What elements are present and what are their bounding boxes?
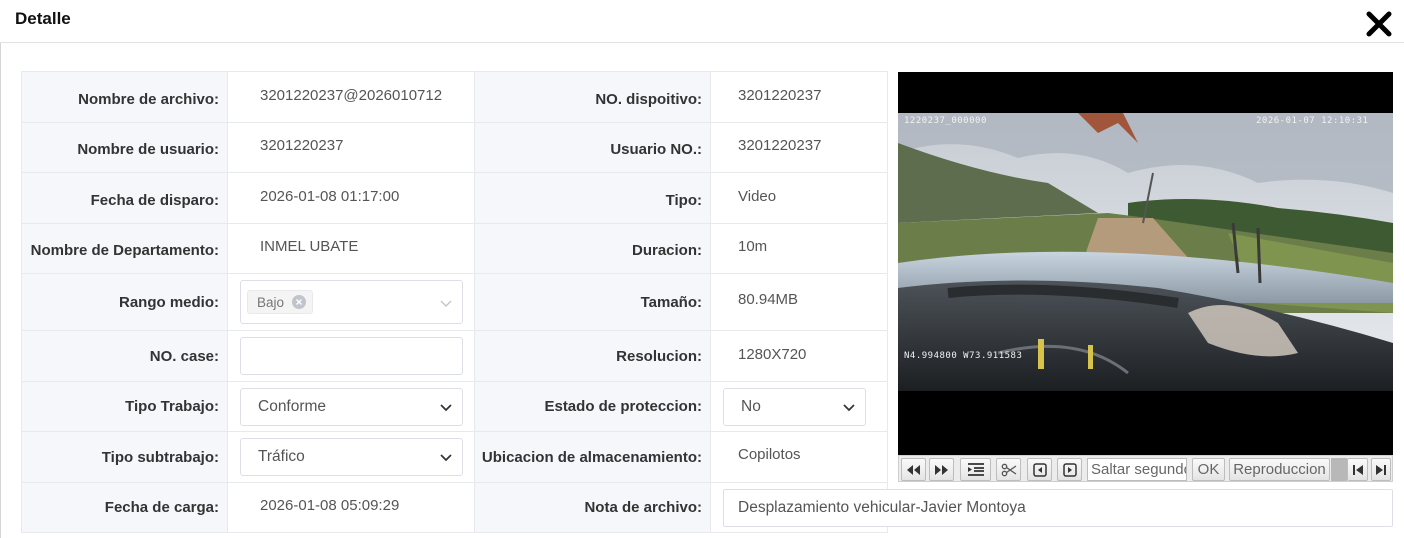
tag-bajo: Bajo (247, 290, 314, 314)
video-player[interactable]: 1220237_000000 2026-01-07 12:10:31 N4.99… (898, 72, 1393, 455)
label-no-dispositivo: NO. dispoitivo: (474, 71, 711, 123)
value-nombre-archivo: 3201220237@2026010712 (227, 71, 475, 123)
seek-seconds-input[interactable]: Saltar segundo (1087, 458, 1187, 481)
label-tipo-subtrabajo: Tipo subtrabajo: (21, 431, 228, 483)
label-fecha-disparo: Fecha de disparo: (21, 172, 228, 224)
value-usuario-no: 3201220237 (710, 122, 888, 173)
value-tamano: 80.94MB (710, 273, 888, 331)
label-tipo-trabajo: Tipo Trabajo: (21, 381, 228, 432)
value-duracion: 10m (710, 223, 888, 274)
osd-device-id: 1220237_000000 (904, 116, 987, 126)
rewind-icon[interactable] (901, 458, 926, 481)
value-tipo: Video (710, 172, 888, 224)
tipo-trabajo-value: Conforme (258, 397, 327, 415)
label-rango-medio: Rango medio: (21, 273, 228, 331)
osd-datetime: 2026-01-07 12:10:31 (1256, 116, 1369, 126)
label-duracion: Duracion: (474, 223, 711, 274)
dialog-title: Detalle (15, 9, 71, 28)
seek-ok-button[interactable]: OK (1192, 458, 1225, 481)
value-ubicacion: Copilotos (710, 431, 888, 483)
scissors-icon[interactable] (996, 458, 1021, 481)
label-tamano: Tamaño: (474, 273, 711, 331)
playback-button[interactable]: Reproduccion (1229, 458, 1330, 481)
tag-remove-icon[interactable] (292, 295, 307, 309)
label-resolucion: Resolucion: (474, 330, 711, 382)
playlist-icon[interactable] (960, 458, 991, 481)
next-frame-icon[interactable] (1057, 458, 1082, 481)
detail-form: Nombre de archivo: 3201220237@2026010712… (21, 71, 1393, 533)
label-usuario-no: Usuario NO.: (474, 122, 711, 173)
label-nombre-usuario: Nombre de usuario: (21, 122, 228, 173)
value-resolucion: 1280X720 (710, 330, 888, 382)
chevron-down-icon (440, 454, 452, 462)
label-no-case: NO. case: (21, 330, 228, 382)
control-scroll-thumb[interactable] (1331, 458, 1347, 481)
video-frame: 1220237_000000 2026-01-07 12:10:31 N4.99… (898, 113, 1393, 391)
value-fecha-disparo: 2026-01-08 01:17:00 (227, 172, 475, 224)
rango-medio-multiselect[interactable]: Bajo (240, 280, 463, 324)
value-nombre-usuario: 3201220237 (227, 122, 475, 173)
dashcam-frame-image (898, 113, 1393, 391)
chevron-down-icon (843, 403, 855, 411)
value-departamento: INMEL UBATE (227, 223, 475, 274)
label-fecha-carga: Fecha de carga: (21, 482, 228, 533)
estado-proteccion-select[interactable]: No (723, 387, 866, 426)
tipo-subtrabajo-select[interactable]: Tráfico (240, 438, 463, 476)
osd-gps: N4.994800 W73.911583 (904, 351, 1023, 361)
tipo-trabajo-select[interactable]: Conforme (240, 387, 463, 426)
label-estado-proteccion: Estado de proteccion: (474, 381, 711, 432)
label-ubicacion: Ubicacion de almacenamiento: (474, 431, 711, 483)
no-case-input[interactable] (240, 337, 463, 375)
value-fecha-carga: 2026-01-08 05:09:29 (227, 482, 475, 533)
label-nota-archivo: Nota de archivo: (474, 482, 711, 533)
dialog-header: Detalle (0, 0, 1404, 43)
tipo-subtrabajo-value: Tráfico (258, 448, 305, 465)
skip-end-icon[interactable] (1371, 458, 1391, 481)
value-no-dispositivo: 3201220237 (710, 71, 888, 123)
close-icon[interactable] (1365, 10, 1393, 38)
nota-archivo-input[interactable]: Desplazamiento vehicular-Javier Montoya (723, 488, 1393, 527)
fast-forward-icon[interactable] (929, 458, 954, 481)
tag-bajo-label: Bajo (257, 294, 285, 310)
label-tipo: Tipo: (474, 172, 711, 224)
estado-proteccion-value: No (741, 397, 761, 415)
skip-start-icon[interactable] (1347, 458, 1368, 481)
chevron-down-icon (440, 300, 452, 307)
label-departamento: Nombre de Departamento: (21, 223, 228, 274)
label-nombre-archivo: Nombre de archivo: (21, 71, 228, 123)
prev-frame-icon[interactable] (1027, 458, 1052, 481)
chevron-down-icon (440, 403, 452, 411)
player-controls: Saltar segundo OK Reproduccion (898, 455, 1393, 482)
dialog-left-border (0, 43, 1, 538)
